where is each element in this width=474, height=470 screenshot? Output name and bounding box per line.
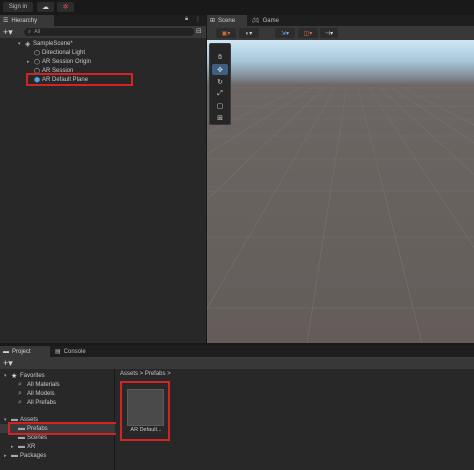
tab-console-label: Console bbox=[63, 348, 86, 355]
gameobject-icon: ⬡ bbox=[34, 58, 41, 66]
hierarchy-item-ar-session[interactable]: ⬡ AR Session bbox=[27, 66, 73, 75]
tab-game-label: Game bbox=[262, 17, 279, 24]
gameobject-icon: ⬡ bbox=[34, 67, 41, 75]
snap-button[interactable]: ⊣▾ bbox=[320, 28, 338, 38]
list-icon: ☰ bbox=[3, 18, 9, 24]
collab-icon[interactable]: ✲ bbox=[57, 2, 74, 12]
transform-tool-icon[interactable]: ⊞ bbox=[212, 112, 228, 123]
folder-icon: ▬ bbox=[18, 443, 25, 450]
tab-game[interactable]: 🎮︎ Game bbox=[249, 15, 289, 26]
gameobject-icon: ⬡ bbox=[34, 49, 41, 57]
scale-tool-icon[interactable]: ⤢ bbox=[212, 88, 228, 99]
folder-icon: ▬ bbox=[11, 452, 18, 459]
tab-project[interactable]: ▬ Project bbox=[0, 346, 50, 357]
rect-tool-icon[interactable]: ▢ bbox=[212, 100, 228, 111]
scene-viewport[interactable] bbox=[207, 40, 474, 343]
tab-hierarchy-label: Hierarchy bbox=[11, 17, 38, 24]
search-icon: ⌕ bbox=[18, 380, 22, 388]
add-button[interactable]: +▾ bbox=[3, 358, 13, 368]
project-assets-view bbox=[116, 369, 474, 470]
tab-scene[interactable]: ⊞ Scene bbox=[207, 15, 247, 26]
hierarchy-search-input[interactable]: ⌕ All bbox=[24, 28, 194, 36]
tree-item-xr[interactable]: ▸ ▬ XR bbox=[11, 442, 35, 451]
tree-item-label: All Materials bbox=[27, 381, 60, 388]
expand-arrow-icon[interactable]: ▾ bbox=[18, 41, 25, 47]
scene-tabbar bbox=[207, 15, 474, 26]
star-icon: ★ bbox=[11, 372, 18, 380]
hierarchy-item-label: SampleScene* bbox=[33, 40, 73, 47]
project-toolbar bbox=[0, 357, 474, 369]
tree-item-packages[interactable]: ▸ ▬ Packages bbox=[4, 451, 46, 460]
global-button[interactable]: ◫▾ bbox=[298, 28, 318, 38]
move-tool-icon[interactable]: ✥ bbox=[212, 64, 228, 75]
collapse-arrow-icon[interactable]: ▸ bbox=[11, 444, 18, 450]
expand-arrow-icon[interactable]: ▾ bbox=[4, 373, 11, 379]
hierarchy-item-samplescene[interactable]: ▾ ◈ SampleScene* bbox=[18, 39, 73, 48]
folder-icon: ▬ bbox=[18, 425, 25, 432]
sign-in-button[interactable]: Sign in bbox=[3, 2, 33, 12]
prefab-icon: ⬢ bbox=[34, 76, 41, 84]
folder-icon: ▬ bbox=[3, 348, 9, 355]
grid-icon: ⊞ bbox=[210, 18, 216, 24]
hand-tool-icon[interactable]: ✋︎ bbox=[212, 52, 228, 63]
tree-item-label: Packages bbox=[20, 452, 47, 459]
prefab-thumbnail[interactable] bbox=[127, 389, 164, 426]
tree-item-label: All Models bbox=[27, 390, 55, 397]
tree-item-label: All Prefabs bbox=[27, 399, 57, 406]
hierarchy-item-directional-light[interactable]: ⬡ Directional Light bbox=[27, 48, 85, 57]
search-icon: ⌕ bbox=[18, 389, 22, 397]
search-options-icon[interactable]: ⊟ bbox=[196, 27, 202, 35]
tab-hierarchy[interactable]: ☰ Hierarchy bbox=[0, 15, 54, 26]
search-icon: ⌕ bbox=[28, 28, 32, 35]
add-button[interactable]: +▾ bbox=[3, 27, 13, 37]
expand-arrow-icon[interactable]: ▾ bbox=[4, 417, 11, 423]
tree-item-label: Prefabs bbox=[27, 425, 48, 432]
hierarchy-item-label: AR Session bbox=[42, 67, 74, 74]
hierarchy-item-label: AR Default Plane bbox=[42, 76, 89, 83]
hierarchy-item-label: AR Session Origin bbox=[42, 58, 92, 65]
gizmo-pivot-button[interactable]: ⇲▾ bbox=[275, 28, 295, 38]
rotate-tool-icon[interactable]: ↻ bbox=[212, 76, 228, 87]
ground-grid bbox=[207, 84, 474, 343]
collapse-arrow-icon[interactable]: ▸ bbox=[27, 59, 34, 65]
tree-item-scenes[interactable]: ▬ Scenes bbox=[18, 433, 47, 442]
folder-icon: ▬ bbox=[11, 416, 18, 423]
folder-icon: ▬ bbox=[18, 434, 25, 441]
console-icon: ▤ bbox=[55, 349, 61, 355]
collapse-arrow-icon[interactable]: ▸ bbox=[4, 453, 11, 459]
search-icon: ⌕ bbox=[18, 398, 22, 406]
search-placeholder: All bbox=[34, 29, 41, 35]
tree-item-prefabs[interactable]: ▬ Prefabs bbox=[0, 424, 115, 433]
tree-item-assets[interactable]: ▾ ▬ Assets bbox=[4, 415, 38, 424]
lock-icon[interactable]: 🔒︎ bbox=[185, 16, 188, 23]
kebab-menu-icon[interactable]: ⋮ bbox=[195, 16, 201, 23]
hierarchy-item-label: Directional Light bbox=[42, 49, 86, 56]
tab-scene-label: Scene bbox=[218, 17, 236, 24]
unity-scene-icon: ◈ bbox=[25, 40, 31, 48]
hierarchy-item-ar-session-origin[interactable]: ▸ ⬡ AR Session Origin bbox=[27, 57, 91, 66]
cloud-icon[interactable]: ☁ bbox=[37, 2, 54, 12]
tree-item-favorites[interactable]: ▾ ★ Favorites bbox=[4, 371, 45, 380]
tab-console[interactable]: ▤ Console bbox=[52, 346, 98, 357]
hierarchy-item-ar-default-plane[interactable]: ⬢ AR Default Plane bbox=[27, 75, 88, 84]
tree-item-all-prefabs[interactable]: ⌕ All Prefabs bbox=[18, 398, 56, 407]
tree-item-label: Assets bbox=[20, 416, 39, 423]
breadcrumb[interactable]: Assets > Prefabs > bbox=[120, 371, 171, 377]
draw-mode-button[interactable]: ▣▾ bbox=[216, 28, 236, 38]
tree-item-all-models[interactable]: ⌕ All Models bbox=[18, 389, 55, 398]
tab-project-label: Project bbox=[12, 348, 31, 355]
tree-item-all-materials[interactable]: ⌕ All Materials bbox=[18, 380, 60, 389]
tree-item-label: Favorites bbox=[20, 372, 45, 379]
view-options-button[interactable]: ◐▾ bbox=[239, 28, 259, 38]
tree-item-label: XR bbox=[27, 443, 36, 450]
tree-item-label: Scenes bbox=[27, 434, 48, 441]
asset-item-label: AR Default... bbox=[130, 427, 162, 433]
gamepad-icon: 🎮︎ bbox=[252, 18, 260, 24]
